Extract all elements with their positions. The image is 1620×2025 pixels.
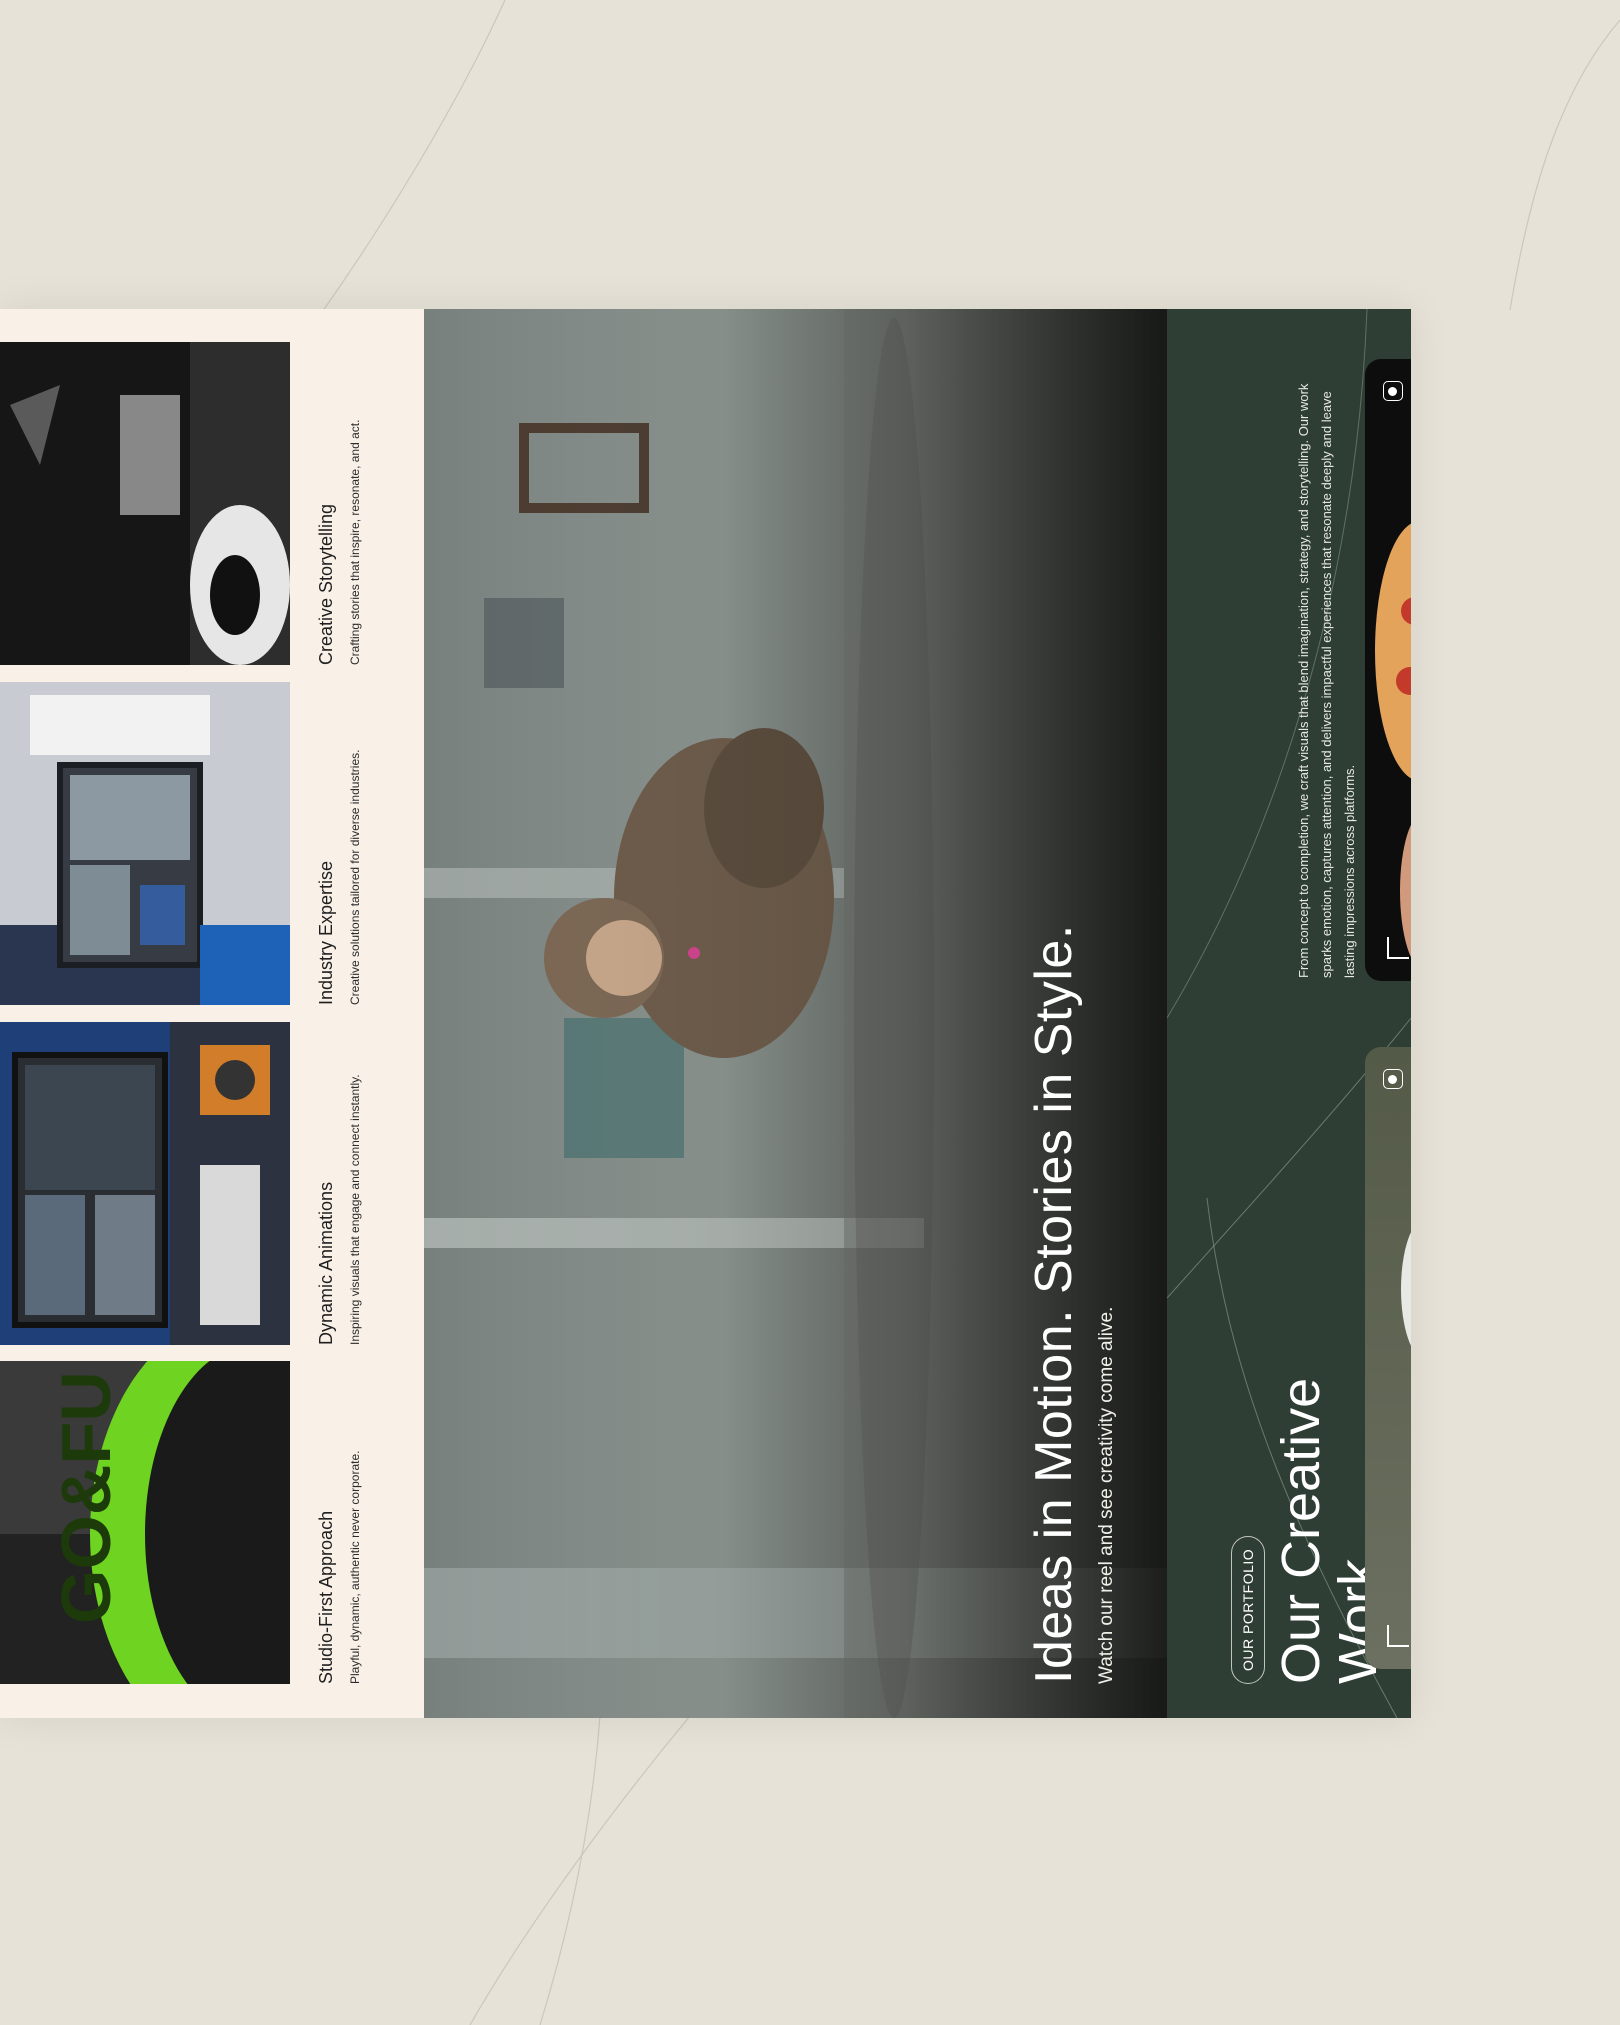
hero-subtitle: Watch our reel and see creativity come a…	[1096, 1306, 1117, 1684]
helmet-photo: GO&FU	[0, 1361, 290, 1684]
feature-title: Creative Storytelling	[316, 503, 336, 665]
sneakers-photo	[1401, 1219, 1411, 1359]
feature-title: Studio-First Approach	[316, 1510, 336, 1684]
portfolio-section: OUR PORTFOLIO Our Creative Work From con…	[1167, 309, 1411, 1718]
website-mockup: GO&FU Studio-First Approach Playful, dyn…	[0, 309, 1411, 1718]
editing-desk-photo	[0, 1022, 290, 1345]
feature-title: Industry Expertise	[316, 860, 336, 1005]
feature-description: Crafting stories that inspire, resonate,…	[348, 419, 362, 665]
svg-text:GO&FU: GO&FU	[47, 1371, 125, 1624]
hero-section: Ideas in Motion. Stories in Style. Watch…	[424, 309, 1167, 1718]
hero-headline: Ideas in Motion. Stories in Style.	[1025, 924, 1083, 1684]
fabric-photo	[0, 342, 290, 665]
corner-frame-icon	[1387, 1625, 1409, 1647]
camera-icon[interactable]	[1383, 381, 1403, 401]
portfolio-cards	[1167, 309, 1411, 1718]
features-section: GO&FU Studio-First Approach Playful, dyn…	[0, 309, 424, 1718]
corner-frame-icon	[1387, 937, 1409, 959]
feature-card-studio-first[interactable]: GO&FU Studio-First Approach Playful, dyn…	[0, 1361, 424, 1684]
feature-title: Dynamic Animations	[316, 1181, 336, 1345]
feature-card-dynamic-animations[interactable]: Dynamic Animations Inspiring visuals tha…	[0, 1022, 424, 1345]
pizza-photo	[1375, 521, 1411, 971]
camera-icon[interactable]	[1383, 1069, 1403, 1089]
feature-card-industry-expertise[interactable]: Industry Expertise Creative solutions ta…	[0, 682, 424, 1005]
feature-description: Inspiring visuals that engage and connec…	[348, 1074, 362, 1345]
feature-card-creative-storytelling[interactable]: Creative Storytelling Crafting stories t…	[0, 342, 424, 665]
laptop-photo	[0, 682, 290, 1005]
feature-description: Creative solutions tailored for diverse …	[348, 749, 362, 1005]
feature-description: Playful, dynamic, authentic never corpor…	[348, 1450, 362, 1684]
portfolio-card-pizza[interactable]	[1365, 359, 1411, 981]
portfolio-card-sneakers[interactable]	[1365, 1047, 1411, 1669]
